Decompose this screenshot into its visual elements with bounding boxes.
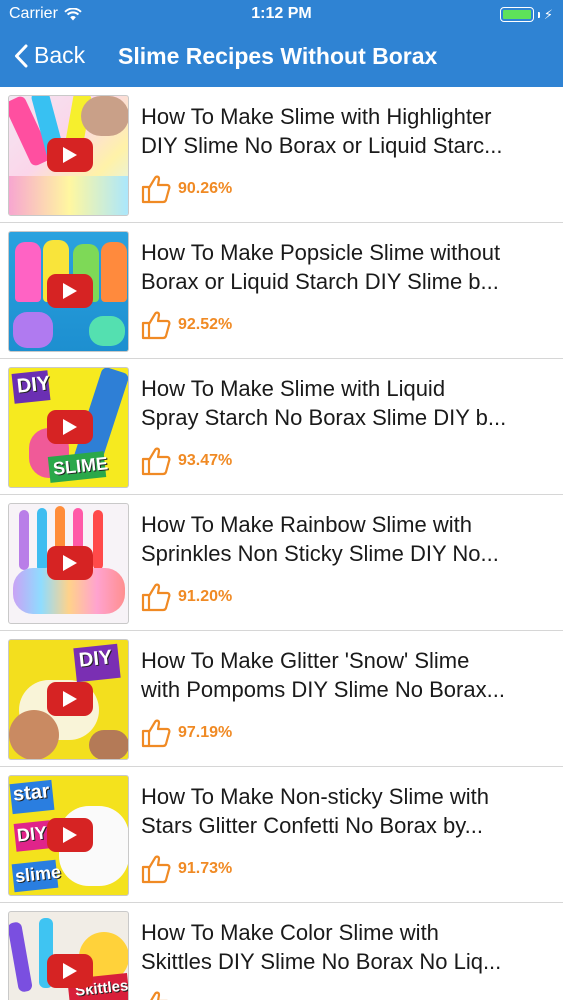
battery-indicator: ⚡ — [499, 7, 553, 22]
video-title[interactable]: How To Make Glitter 'Snow' Slime with Po… — [141, 646, 551, 704]
video-rating: 91.73% — [140, 853, 232, 885]
thumbs-up-icon — [140, 309, 172, 341]
video-thumbnail[interactable]: DIY — [8, 639, 129, 760]
video-rating: 91.20% — [140, 581, 232, 613]
video-title[interactable]: How To Make Popsicle Slime without Borax… — [141, 238, 551, 296]
video-title-line-1: How To Make Glitter 'Snow' Slime — [141, 648, 470, 673]
play-button-icon — [47, 546, 93, 580]
video-title[interactable]: How To Make Rainbow Slime with Sprinkles… — [141, 510, 551, 568]
video-title-line-2: DIY Slime No Borax or Liquid Starc... — [141, 133, 503, 158]
thumbs-up-icon — [140, 989, 172, 1000]
video-title-line-1: How To Make Slime with Highlighter — [141, 104, 492, 129]
video-rating: 93.47% — [140, 445, 232, 477]
status-bar: Carrier 1:12 PM ⚡ — [0, 0, 563, 30]
video-title-line-1: How To Make Popsicle Slime without — [141, 240, 501, 265]
battery-tip — [537, 11, 540, 18]
thumbnail-caption: star — [11, 780, 51, 806]
video-thumbnail[interactable] — [8, 231, 129, 352]
play-button-icon — [47, 138, 93, 172]
thumbs-up-icon — [140, 853, 172, 885]
chevron-left-icon — [14, 44, 28, 68]
video-list-item[interactable]: Skittles How To Make Color Slime with Sk… — [0, 903, 563, 1000]
play-button-icon — [47, 954, 93, 988]
video-title-line-2: Sprinkles Non Sticky Slime DIY No... — [141, 541, 499, 566]
play-button-icon — [47, 818, 93, 852]
thumbnail-caption: DIY — [15, 822, 48, 846]
video-thumbnail[interactable]: DIY SLIME — [8, 367, 129, 488]
back-button[interactable]: Back — [14, 42, 85, 69]
video-title-line-2: Borax or Liquid Starch DIY Slime b... — [141, 269, 499, 294]
video-rating — [140, 989, 178, 1000]
charging-bolt-icon: ⚡ — [543, 7, 553, 22]
page-title: Slime Recipes Without Borax — [118, 43, 438, 69]
rating-percent: 90.26% — [178, 180, 233, 197]
navigation-bar: Back Slime Recipes Without Borax — [0, 30, 563, 87]
thumbs-up-icon — [140, 717, 172, 749]
video-title[interactable]: How To Make Slime with Liquid Spray Star… — [141, 374, 551, 432]
play-button-icon — [47, 274, 93, 308]
video-rating: 97.19% — [140, 717, 232, 749]
video-title-line-2: with Pompoms DIY Slime No Borax... — [141, 677, 505, 702]
video-title-line-1: How To Make Rainbow Slime with — [141, 512, 472, 537]
video-list[interactable]: How To Make Slime with Highlighter DIY S… — [0, 87, 563, 1000]
video-title[interactable]: How To Make Slime with Highlighter DIY S… — [141, 102, 551, 160]
back-label: Back — [34, 42, 86, 68]
video-list-item[interactable]: How To Make Slime with Highlighter DIY S… — [0, 87, 563, 223]
header: Carrier 1:12 PM ⚡ Back Slime Recipes Wit… — [0, 0, 563, 87]
video-title[interactable]: How To Make Color Slime with Skittles DI… — [141, 918, 551, 976]
thumbs-up-icon — [140, 581, 172, 613]
video-title-line-2: Spray Starch No Borax Slime DIY b... — [141, 405, 507, 430]
rating-percent: 97.19% — [178, 724, 233, 741]
video-title[interactable]: How To Make Non-sticky Slime with Stars … — [141, 782, 551, 840]
video-title-line-2: Stars Glitter Confetti No Borax by... — [141, 813, 483, 838]
video-thumbnail[interactable] — [8, 503, 129, 624]
thumbs-up-icon — [140, 445, 172, 477]
video-title-line-1: How To Make Slime with Liquid — [141, 376, 446, 401]
video-title-line-1: How To Make Non-sticky Slime with — [141, 784, 490, 809]
clock: 1:12 PM — [251, 5, 312, 22]
video-list-item[interactable]: star DIY slime How To Make Non-sticky Sl… — [0, 767, 563, 903]
video-list-item[interactable]: How To Make Popsicle Slime without Borax… — [0, 223, 563, 359]
rating-percent: 92.52% — [178, 316, 233, 333]
thumbnail-caption: DIY — [77, 646, 114, 672]
play-button-icon — [47, 410, 93, 444]
rating-percent: 91.73% — [178, 860, 233, 877]
video-rating: 92.52% — [140, 309, 232, 341]
video-title-line-1: How To Make Color Slime with — [141, 920, 439, 945]
thumbs-up-icon — [140, 173, 172, 205]
video-thumbnail[interactable]: Skittles — [8, 911, 129, 1000]
thumbnail-caption: DIY — [15, 372, 52, 398]
video-thumbnail[interactable]: star DIY slime — [8, 775, 129, 896]
video-list-item[interactable]: DIY SLIME How To Make Slime with Liquid … — [0, 359, 563, 495]
battery-icon — [499, 7, 534, 22]
rating-percent: 93.47% — [178, 452, 233, 469]
video-title-line-2: Skittles DIY Slime No Borax No Liq... — [141, 949, 502, 974]
video-thumbnail[interactable] — [8, 95, 129, 216]
video-list-item[interactable]: DIY How To Make Glitter 'Snow' Slime wit… — [0, 631, 563, 767]
rating-percent: 91.20% — [178, 588, 233, 605]
battery-fill — [502, 10, 531, 19]
video-list-item[interactable]: How To Make Rainbow Slime with Sprinkles… — [0, 495, 563, 631]
video-rating: 90.26% — [140, 173, 232, 205]
play-button-icon — [47, 682, 93, 716]
